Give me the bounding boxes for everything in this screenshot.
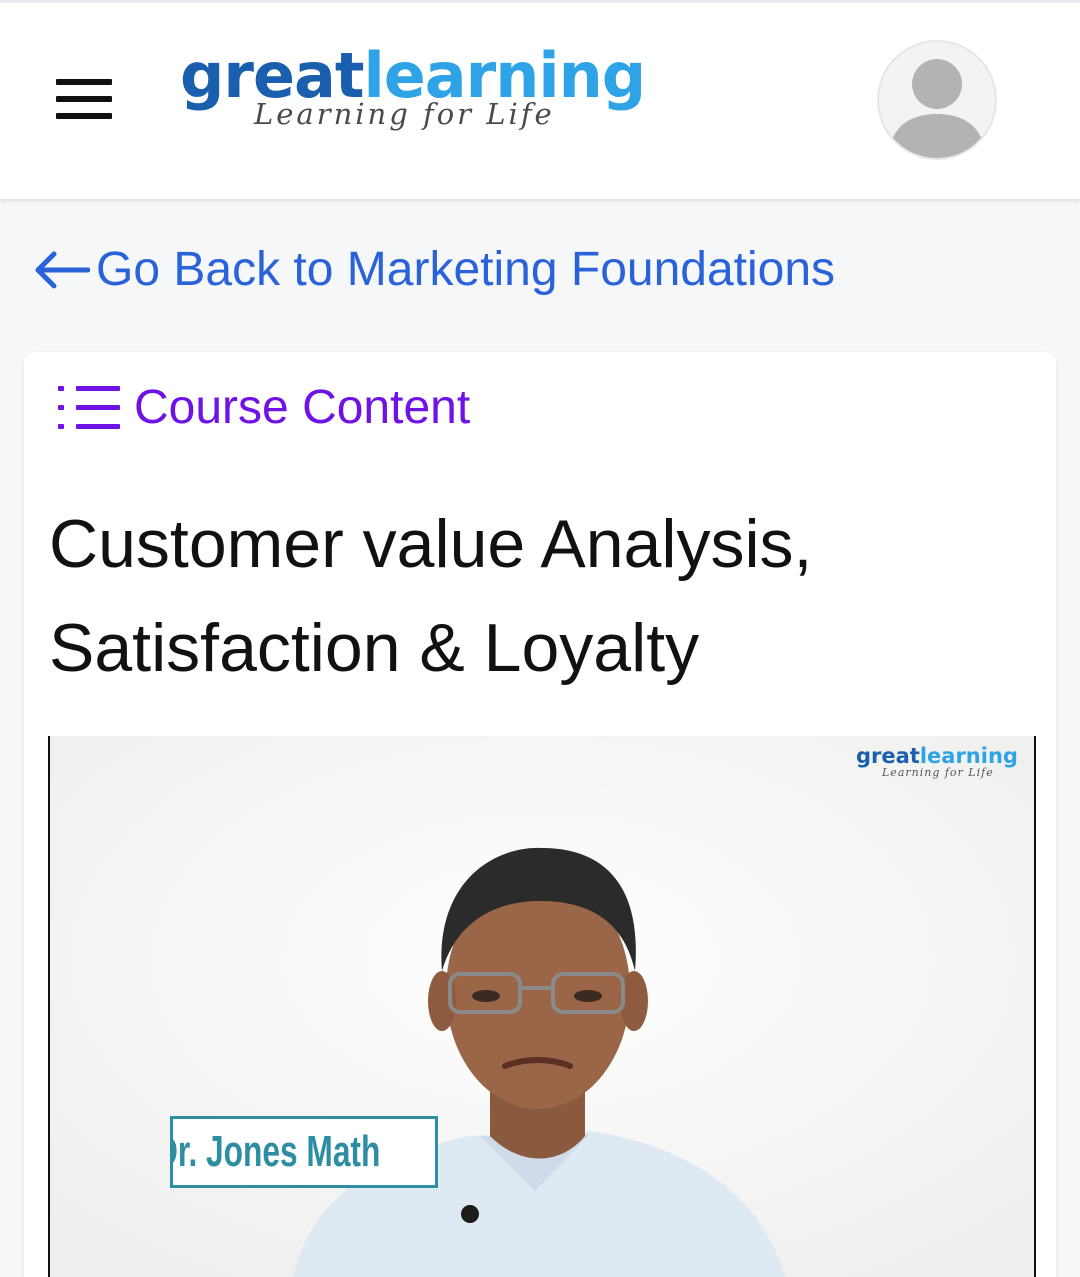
arrow-left-icon: [35, 251, 90, 289]
app-header: greatlearning Learning for Life: [0, 0, 1080, 199]
lesson-title: Customer value Analysis, Satisfaction & …: [49, 506, 813, 686]
presenter-video-frame: [50, 736, 1034, 1277]
watermark-tagline: Learning for Life: [882, 766, 994, 779]
lesson-card: Course Content Customer value Analysis, …: [24, 352, 1056, 1277]
page: greatlearning Learning for Life Go Back …: [0, 0, 1080, 1277]
logo-tagline: Learning for Life: [254, 97, 555, 131]
speaker-name-text: Dr. Jones Math: [170, 1127, 381, 1176]
video-watermark-logo: greatlearning Learning for Life: [856, 742, 1018, 782]
hamburger-menu-icon[interactable]: [56, 79, 112, 119]
list-icon: [58, 386, 120, 429]
back-link-label: Go Back to Marketing Foundations: [96, 243, 836, 296]
course-content-label: Course Content: [134, 381, 471, 434]
speaker-name-caption: Dr. Jones Math: [170, 1116, 438, 1188]
watermark-text-great: great: [856, 744, 920, 768]
course-content-button[interactable]: Course Content: [58, 380, 470, 436]
watermark-text-learning: learning: [919, 744, 1018, 768]
back-to-course-link[interactable]: Go Back to Marketing Foundations: [32, 238, 835, 302]
greatlearning-logo[interactable]: greatlearning Learning for Life: [180, 33, 646, 143]
video-player[interactable]: greatlearning Learning for Life Dr. Jone…: [48, 736, 1036, 1277]
user-avatar-icon[interactable]: [877, 40, 997, 160]
